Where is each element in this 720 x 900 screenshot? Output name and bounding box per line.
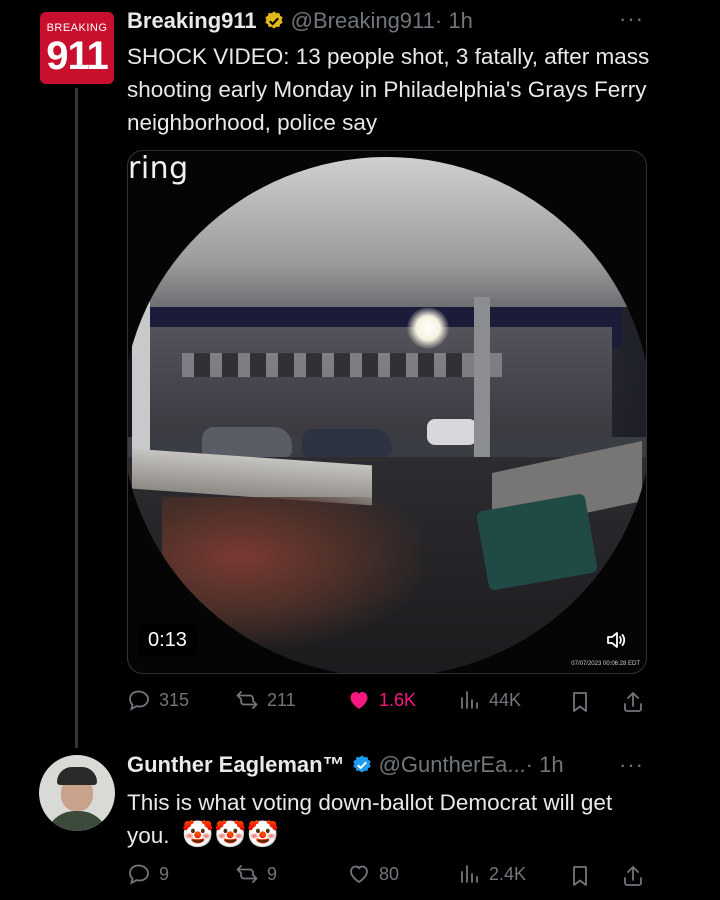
tweet-header: Breaking911 @Breaking911 · 1h <box>127 8 473 34</box>
tweet-time[interactable]: · 1h <box>435 8 473 34</box>
views-chart-icon <box>461 691 478 709</box>
share-icon[interactable] <box>621 690 645 714</box>
reply-time[interactable]: · 1h <box>526 752 564 778</box>
breaking911-avatar[interactable]: BREAKING 911 <box>40 12 114 84</box>
video-frame <box>128 157 646 673</box>
reply-repost-button[interactable]: 9 <box>235 862 277 886</box>
heart-icon <box>350 865 368 884</box>
reply-author-handle[interactable]: @GuntherEa... <box>379 752 526 778</box>
gunther-avatar[interactable] <box>39 755 115 831</box>
reply-more-options-icon[interactable]: ··· <box>619 752 644 778</box>
heart-filled-icon <box>350 692 368 709</box>
views-chart-icon <box>461 865 478 883</box>
thread-connector-line <box>75 88 78 748</box>
avatar-brand-big: 911 <box>46 34 109 78</box>
author-name[interactable]: Breaking911 <box>127 8 257 34</box>
views-count: 44K <box>489 689 522 710</box>
verified-gold-icon <box>264 11 283 29</box>
tweet-actions: 315 211 1.6K 44K <box>127 688 647 718</box>
camera-timestamp: 07/07/2023 00:06:28 EDT <box>571 661 640 667</box>
video-duration: 0:13 <box>138 624 197 657</box>
reply-views-button[interactable]: 2.4K <box>457 862 526 886</box>
reply-repost-count: 9 <box>267 863 278 884</box>
repost-icon <box>236 691 258 709</box>
reply-like-count: 80 <box>379 863 400 884</box>
reply-actions: 9 9 80 2.4K <box>127 862 647 892</box>
views-button[interactable]: 44K <box>457 688 521 712</box>
like-count: 1.6K <box>379 689 417 710</box>
reply-icon <box>129 864 149 885</box>
repost-icon <box>236 865 258 883</box>
like-button[interactable]: 1.6K <box>347 688 416 712</box>
author-handle[interactable]: @Breaking911 <box>291 8 435 34</box>
reply-icon <box>129 690 149 711</box>
ring-watermark: ring <box>128 151 189 186</box>
reply-like-button[interactable]: 80 <box>347 862 399 886</box>
clown-emojis: 🤡🤡🤡 <box>181 820 279 850</box>
verified-blue-icon <box>352 755 371 773</box>
reply-reply-count: 9 <box>159 863 170 884</box>
bookmark-icon[interactable] <box>568 690 592 714</box>
reply-button[interactable]: 315 <box>127 688 189 712</box>
reply-header: Gunther Eagleman™ @GuntherEa... · 1h <box>127 752 564 778</box>
repost-count: 211 <box>267 689 296 710</box>
bookmark-icon[interactable] <box>568 864 592 888</box>
reply-text: This is what voting down-ballot Democrat… <box>127 786 647 852</box>
reply-author-name[interactable]: Gunther Eagleman™ <box>127 752 345 778</box>
tweet-text: SHOCK VIDEO: 13 people shot, 3 fatally, … <box>127 44 650 135</box>
avatar-brand-small: BREAKING <box>46 22 108 34</box>
video-player[interactable]: ring 0:13 07/07/2023 00:06:28 EDT <box>127 150 647 674</box>
speaker-icon[interactable] <box>604 628 628 652</box>
reply-views-count: 2.4K <box>489 863 527 884</box>
more-options-icon[interactable]: ··· <box>619 6 644 32</box>
repost-button[interactable]: 211 <box>235 688 296 712</box>
share-icon[interactable] <box>621 864 645 888</box>
reply-reply-button[interactable]: 9 <box>127 862 169 886</box>
reply-count: 315 <box>159 689 190 710</box>
